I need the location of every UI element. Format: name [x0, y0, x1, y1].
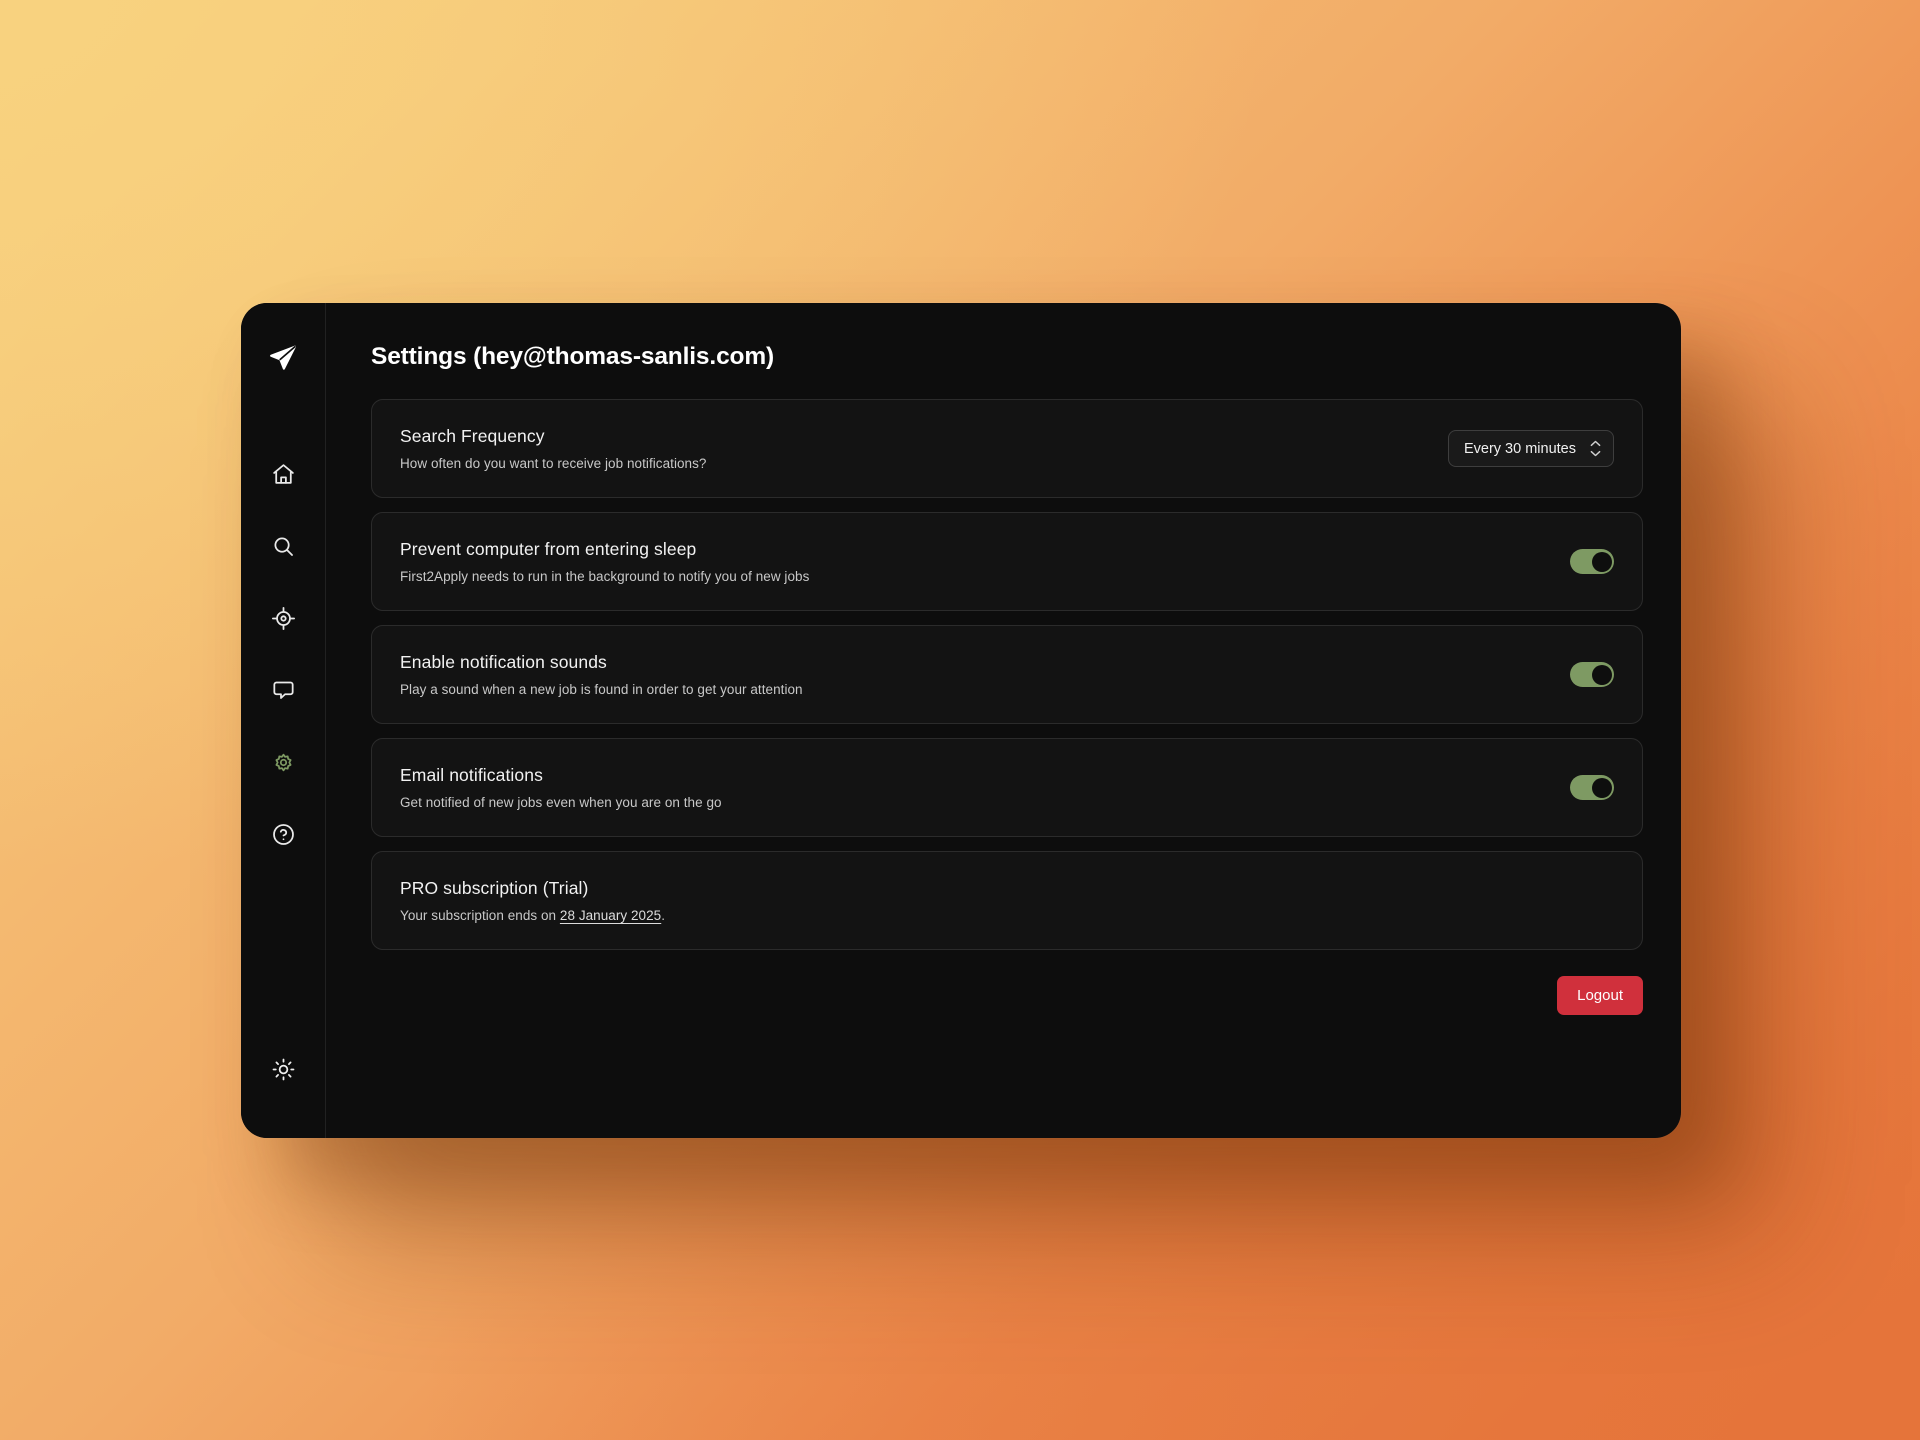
setting-text: PRO subscription (Trial) Your subscripti… — [400, 878, 665, 923]
sidebar-nav — [263, 457, 303, 857]
setting-text: Enable notification sounds Play a sound … — [400, 652, 803, 697]
setting-text: Prevent computer from entering sleep Fir… — [400, 539, 809, 584]
home-icon — [271, 462, 296, 492]
sidebar — [241, 303, 326, 1138]
sidebar-item-help[interactable] — [263, 817, 303, 857]
settings-list: Search Frequency How often do you want t… — [371, 399, 1643, 950]
search-frequency-select[interactable]: Every 30 minutes — [1447, 430, 1614, 467]
setting-card-email-notifications: Email notifications Get notified of new … — [371, 738, 1643, 837]
setting-title: PRO subscription (Trial) — [400, 878, 589, 898]
email-notifications-toggle[interactable] — [1570, 775, 1614, 800]
help-icon — [271, 822, 296, 852]
sun-icon — [271, 1057, 296, 1087]
setting-title: Email notifications — [400, 765, 543, 785]
toggle-knob — [1591, 551, 1612, 572]
toggle-knob — [1591, 777, 1612, 798]
footer: Logout — [371, 950, 1643, 1015]
setting-description: Your subscription ends on 28 January 202… — [400, 908, 665, 923]
setting-card-search-frequency: Search Frequency How often do you want t… — [371, 399, 1643, 498]
sidebar-item-job-filters[interactable] — [263, 601, 303, 641]
setting-text: Email notifications Get notified of new … — [400, 765, 722, 810]
sidebar-item-search[interactable] — [263, 529, 303, 569]
app-window: Settings (hey@thomas-sanlis.com) Search … — [241, 303, 1681, 1138]
setting-card-notification-sounds: Enable notification sounds Play a sound … — [371, 625, 1643, 724]
notification-sounds-toggle[interactable] — [1570, 662, 1614, 687]
setting-text: Search Frequency How often do you want t… — [400, 426, 706, 471]
chat-icon — [271, 678, 296, 708]
theme-toggle-button[interactable] — [263, 1052, 303, 1092]
setting-description: First2Apply needs to run in the backgrou… — [400, 569, 810, 584]
setting-card-prevent-sleep: Prevent computer from entering sleep Fir… — [371, 512, 1643, 611]
subscription-text-prefix: Your subscription ends on — [400, 908, 560, 923]
main-content: Settings (hey@thomas-sanlis.com) Search … — [326, 303, 1681, 1138]
setting-description: How often do you want to receive job not… — [400, 456, 707, 471]
chevron-up-down-icon — [1590, 440, 1601, 457]
subscription-text-suffix: . — [661, 908, 666, 923]
sidebar-item-settings[interactable] — [263, 745, 303, 785]
subscription-end-date-link[interactable]: 28 January 2025 — [560, 908, 661, 923]
page-title: Settings (hey@thomas-sanlis.com) — [371, 343, 775, 370]
search-frequency-select-value: Every 30 minutes — [1463, 440, 1576, 457]
sidebar-item-feedback[interactable] — [263, 673, 303, 713]
setting-title: Enable notification sounds — [400, 652, 607, 672]
search-icon — [271, 534, 296, 564]
paper-plane-icon[interactable] — [266, 341, 300, 375]
logout-button[interactable]: Logout — [1557, 976, 1643, 1015]
setting-description: Play a sound when a new job is found in … — [400, 682, 803, 697]
setting-title: Search Frequency — [400, 426, 545, 446]
gear-icon — [271, 750, 296, 780]
sidebar-item-home[interactable] — [263, 457, 303, 497]
setting-card-pro-subscription: PRO subscription (Trial) Your subscripti… — [371, 851, 1643, 950]
toggle-knob — [1591, 664, 1612, 685]
setting-description: Get notified of new jobs even when you a… — [400, 795, 722, 810]
crosshair-icon — [271, 606, 296, 636]
setting-title: Prevent computer from entering sleep — [400, 539, 697, 559]
prevent-sleep-toggle[interactable] — [1570, 549, 1614, 574]
